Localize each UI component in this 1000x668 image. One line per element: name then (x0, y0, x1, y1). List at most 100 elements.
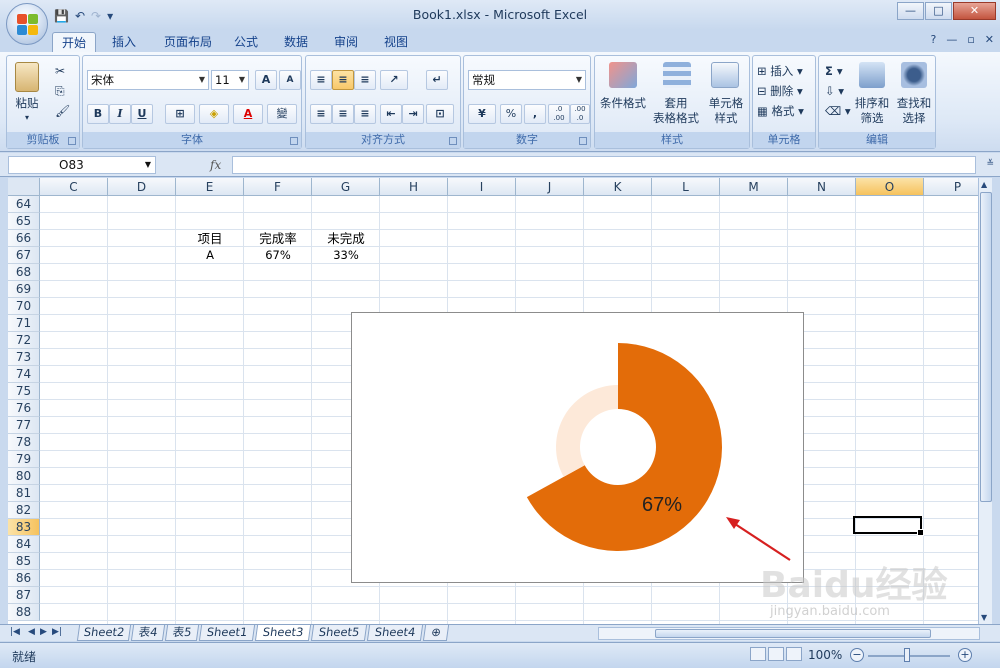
sheet-tab-sheet1[interactable]: Sheet1 (198, 625, 256, 641)
tab-view[interactable]: 视图 (376, 32, 416, 52)
row-header-67[interactable]: 67 (8, 247, 40, 264)
sheet-tab-sheet4[interactable]: Sheet4 (366, 625, 424, 641)
close-button[interactable]: ✕ (953, 2, 996, 20)
tab-review[interactable]: 审阅 (326, 32, 366, 52)
cell-f66[interactable]: 完成率 (244, 230, 312, 247)
sheet-tab-sheet5[interactable]: Sheet5 (310, 625, 368, 641)
office-button[interactable] (6, 3, 48, 45)
doughnut-slice-1[interactable] (556, 385, 618, 477)
italic-button[interactable]: I (109, 104, 131, 124)
decrease-decimal-button[interactable]: .00 .0 (570, 104, 590, 124)
scroll-down-icon[interactable]: ▼ (981, 613, 987, 622)
column-header-e[interactable]: E (176, 178, 244, 196)
font-size-select[interactable]: 11 ▼ (211, 70, 249, 90)
fill-button[interactable]: ⇩ ▾ (825, 84, 844, 99)
align-bottom-button[interactable]: ≡ (354, 70, 376, 90)
tab-page-layout[interactable]: 页面布局 (156, 32, 220, 52)
merge-center-button[interactable]: ⊡ (426, 104, 454, 124)
copy-icon[interactable]: ⎘ (55, 84, 65, 99)
prev-sheet-icon[interactable]: ◀ (28, 627, 35, 637)
minimize-button[interactable]: — (897, 2, 924, 20)
zoom-out-icon[interactable]: − (850, 648, 864, 662)
cut-icon[interactable]: ✂ (55, 64, 65, 79)
name-box[interactable]: O83 ▼ (8, 156, 156, 174)
row-header-77[interactable]: 77 (8, 417, 40, 434)
row-header-88[interactable]: 88 (8, 604, 40, 621)
column-header-m[interactable]: M (720, 178, 788, 196)
row-header-71[interactable]: 71 (8, 315, 40, 332)
column-header-f[interactable]: F (244, 178, 312, 196)
percent-button[interactable]: % (500, 104, 522, 124)
row-header-79[interactable]: 79 (8, 451, 40, 468)
comma-button[interactable]: , (524, 104, 546, 124)
row-header-78[interactable]: 78 (8, 434, 40, 451)
row-header-80[interactable]: 80 (8, 468, 40, 485)
row-header-76[interactable]: 76 (8, 400, 40, 417)
tab-home[interactable]: 开始 (52, 32, 96, 52)
horizontal-scrollbar[interactable] (598, 627, 980, 640)
align-top-button[interactable]: ≡ (310, 70, 332, 90)
row-header-65[interactable]: 65 (8, 213, 40, 230)
expand-formula-bar-icon[interactable]: ≚ (986, 159, 994, 169)
page-layout-view-icon[interactable] (768, 647, 784, 661)
row-header-68[interactable]: 68 (8, 264, 40, 281)
clear-button[interactable]: ⌫ ▾ (825, 104, 851, 119)
conditional-format-button[interactable]: 条件格式 (595, 96, 651, 111)
row-header-85[interactable]: 85 (8, 553, 40, 570)
bold-button[interactable]: B (87, 104, 109, 124)
column-header-d[interactable]: D (108, 178, 176, 196)
row-header-72[interactable]: 72 (8, 332, 40, 349)
find-select-button[interactable]: 查找和 选择 (893, 96, 935, 126)
horizontal-scroll-thumb[interactable] (655, 629, 931, 638)
row-header-84[interactable]: 84 (8, 536, 40, 553)
sheet-tab-sheet2[interactable]: Sheet2 (76, 625, 132, 641)
row-header-81[interactable]: 81 (8, 485, 40, 502)
find-select-icon[interactable] (901, 62, 927, 88)
page-break-view-icon[interactable] (786, 647, 802, 661)
cell-e67[interactable]: A (176, 247, 244, 264)
row-header-69[interactable]: 69 (8, 281, 40, 298)
format-cells-button[interactable]: ▦ 格式 ▾ (757, 104, 804, 119)
fill-color-button[interactable]: ◈ (199, 104, 229, 124)
formula-input[interactable] (232, 156, 976, 174)
increase-indent-button[interactable]: ⇥ (402, 104, 424, 124)
border-button[interactable]: ⊞ (165, 104, 195, 124)
conditional-format-icon[interactable] (609, 62, 637, 88)
row-header-64[interactable]: 64 (8, 196, 40, 213)
next-sheet-icon[interactable]: ▶ (40, 627, 47, 637)
column-header-h[interactable]: H (380, 178, 448, 196)
row-header-73[interactable]: 73 (8, 349, 40, 366)
row-header-87[interactable]: 87 (8, 587, 40, 604)
wrap-text-button[interactable]: ↵ (426, 70, 448, 90)
paste-icon[interactable] (15, 62, 39, 92)
vertical-scrollbar[interactable]: ▲ ▼ (978, 178, 992, 624)
column-header-k[interactable]: K (584, 178, 652, 196)
sort-filter-icon[interactable] (859, 62, 885, 88)
zoom-slider-thumb[interactable] (904, 648, 910, 662)
row-header-70[interactable]: 70 (8, 298, 40, 315)
sheet-tab-4[interactable]: 表4 (130, 625, 166, 641)
vertical-scroll-thumb[interactable] (980, 192, 992, 502)
font-launcher-icon[interactable] (290, 137, 298, 145)
insert-function-icon[interactable]: fx (210, 158, 221, 172)
cell-g66[interactable]: 未完成 (312, 230, 380, 247)
row-header-75[interactable]: 75 (8, 383, 40, 400)
insert-cells-button[interactable]: ⊞ 插入 ▾ (757, 64, 803, 79)
currency-button[interactable]: ¥ (468, 104, 496, 124)
row-header-74[interactable]: 74 (8, 366, 40, 383)
phonetic-button[interactable]: 變 (267, 104, 297, 124)
column-header-n[interactable]: N (788, 178, 856, 196)
alignment-launcher-icon[interactable] (449, 137, 457, 145)
restore-icon[interactable]: ▫ (967, 33, 974, 46)
column-header-l[interactable]: L (652, 178, 720, 196)
cell-e66[interactable]: 项目 (176, 230, 244, 247)
orientation-button[interactable]: ↗ (380, 70, 408, 90)
row-header-83[interactable]: 83 (8, 519, 40, 536)
delete-cells-button[interactable]: ⊟ 删除 ▾ (757, 84, 803, 99)
cell-g67[interactable]: 33% (312, 247, 380, 264)
underline-button[interactable]: U (131, 104, 153, 124)
ribbon-minimize-icon[interactable]: — (946, 33, 957, 46)
increase-decimal-button[interactable]: .0 .00 (548, 104, 570, 124)
cell-styles-button[interactable]: 单元格 样式 (703, 96, 749, 126)
column-header-j[interactable]: J (516, 178, 584, 196)
